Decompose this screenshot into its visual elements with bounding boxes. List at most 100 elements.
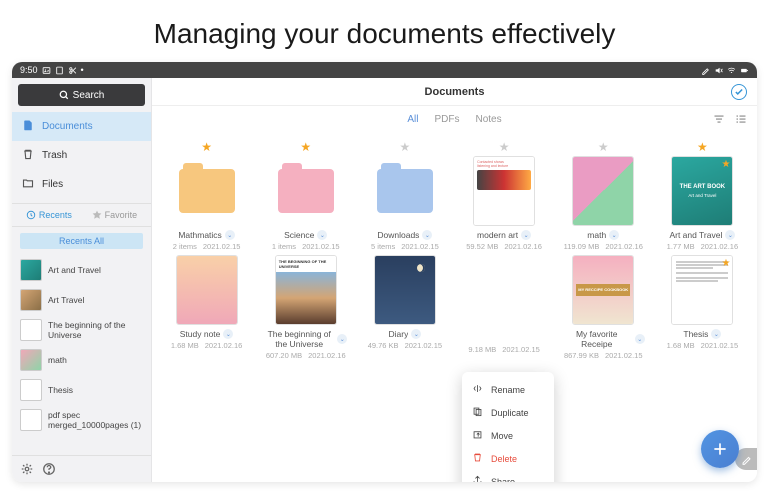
item-name: Science (284, 230, 314, 240)
mute-icon (714, 66, 723, 75)
star-icon[interactable]: ★ (201, 140, 212, 154)
grid-item[interactable]: MY RECCIPE COOKBOOKMy favorite Receipe⌄8… (555, 255, 652, 360)
pencil-icon (741, 454, 752, 465)
item-name: The beginning of the Universe (264, 329, 334, 349)
item-meta: 49.76 KB2021.02.15 (368, 341, 442, 350)
tab-all[interactable]: All (407, 114, 418, 125)
recent-label: math (48, 355, 67, 365)
doc-thumb: THE ART BOOKArt and Travel★ (671, 156, 733, 226)
doc-thumb: Contacted showslistening and lecture (473, 156, 535, 226)
sort-icon[interactable] (713, 113, 725, 125)
image-icon (42, 66, 51, 75)
trash-icon (22, 148, 34, 163)
battery-icon (740, 66, 749, 75)
clock-icon (26, 210, 36, 220)
grid-item[interactable]: ★Downloads⌄5 items2021.02.15 (356, 140, 453, 251)
recent-thumb (20, 349, 42, 371)
grid-item[interactable]: THE BEGINNING OF THE UNIVERSE The beginni… (257, 255, 354, 360)
main-header: Documents (152, 78, 757, 106)
help-icon[interactable] (42, 462, 56, 476)
nav-item-files[interactable]: Files (12, 170, 151, 199)
recent-thumb (20, 319, 42, 341)
tags-row: Recents Favorite (12, 203, 151, 227)
recent-item[interactable]: pdf spec merged_10000pages (1) (12, 405, 151, 435)
doc-thumb (176, 255, 238, 325)
fab-add-button[interactable] (701, 430, 739, 468)
search-label: Search (73, 90, 105, 101)
chevron-down-icon[interactable]: ⌄ (317, 230, 327, 240)
pen-icon (701, 66, 710, 75)
favorite-tag[interactable]: Favorite (92, 210, 138, 220)
grid-item[interactable]: Study note⌄1.68 MB2021.02.16 (158, 255, 255, 360)
grid-item[interactable]: ★math⌄119.09 MB2021.02.16 (555, 140, 652, 251)
recents-tag[interactable]: Recents (26, 210, 72, 220)
chevron-down-icon[interactable]: ⌄ (225, 230, 235, 240)
star-icon[interactable]: ★ (300, 140, 311, 154)
chevron-down-icon[interactable]: ⌄ (411, 329, 421, 339)
star-icon[interactable]: ★ (499, 140, 510, 154)
gear-icon[interactable] (20, 462, 34, 476)
item-meta: 59.52 MB2021.02.16 (466, 242, 542, 251)
menu-delete[interactable]: Delete (462, 447, 554, 470)
chevron-down-icon[interactable]: ⌄ (337, 334, 347, 344)
star-icon[interactable]: ★ (598, 140, 609, 154)
recent-item[interactable]: Thesis (12, 375, 151, 405)
recents-all-button[interactable]: Recents All (20, 233, 143, 249)
select-mode-button[interactable] (731, 84, 747, 100)
menu-duplicate[interactable]: Duplicate (462, 401, 554, 424)
wifi-icon (727, 66, 736, 75)
item-meta: 119.09 MB2021.02.16 (564, 242, 643, 251)
item-name: modern art (477, 230, 518, 240)
status-time: 9:50 (20, 65, 38, 75)
chevron-down-icon[interactable]: ⌄ (521, 230, 531, 240)
star-icon (92, 210, 102, 220)
recent-label: The beginning of the Universe (48, 320, 143, 340)
status-bar: 9:50 • (12, 62, 757, 78)
nav-item-documents[interactable]: Documents (12, 112, 151, 141)
star-icon[interactable]: ★ (400, 140, 411, 154)
check-icon (734, 87, 744, 97)
menu-move[interactable]: Move (462, 424, 554, 447)
recent-item[interactable]: math (12, 345, 151, 375)
recent-list: Art and Travel Art Travel The beginning of… (12, 255, 151, 455)
nav-item-trash[interactable]: Trash (12, 141, 151, 170)
search-button[interactable]: Search (18, 84, 145, 106)
grid-item[interactable]: Diary⌄49.76 KB2021.02.15 (356, 255, 453, 360)
chevron-down-icon[interactable]: ⌄ (609, 230, 619, 240)
tab-pdfs[interactable]: PDFs (435, 114, 460, 125)
recent-item[interactable]: The beginning of the Universe (12, 315, 151, 345)
grid-item[interactable]: ★THE ART BOOKArt and Travel★Art and Trav… (654, 140, 751, 251)
chevron-down-icon[interactable]: ⌄ (422, 230, 432, 240)
grid-item[interactable]: ★ Contacted showslistening and lecture mod… (455, 140, 552, 251)
folder-thumb (374, 156, 436, 226)
item-meta: 2 items2021.02.15 (173, 242, 241, 251)
recent-item[interactable]: Art Travel (12, 285, 151, 315)
menu-rename[interactable]: Rename (462, 378, 554, 401)
chevron-down-icon[interactable]: ⌄ (223, 329, 233, 339)
grid-item[interactable]: ★Thesis⌄1.68 MB2021.02.15 (654, 255, 751, 360)
menu-share[interactable]: Share (462, 470, 554, 482)
grid-item[interactable]: ★Mathmatics⌄2 items2021.02.15 (158, 140, 255, 251)
menu-label: Share (491, 477, 515, 483)
recent-label: Art and Travel (48, 265, 101, 275)
app-root: Search Documents Trash Files Recents Favor… (12, 78, 757, 482)
chevron-down-icon[interactable]: ⌄ (635, 334, 645, 344)
recent-thumb (20, 289, 42, 311)
doc-icon (55, 66, 64, 75)
recents-label: Recents (39, 210, 72, 220)
chevron-down-icon[interactable]: ⌄ (725, 230, 735, 240)
grid-item[interactable]: 9.18 MB2021.02.15 (455, 255, 552, 360)
recent-item[interactable]: Art and Travel (12, 255, 151, 285)
tab-notes[interactable]: Notes (476, 114, 502, 125)
chevron-down-icon[interactable]: ⌄ (711, 329, 721, 339)
page-title: Documents (425, 86, 485, 98)
item-meta: 867.99 KB2021.02.15 (564, 351, 643, 360)
item-name: Study note (180, 329, 221, 339)
nav-label: Trash (42, 150, 67, 161)
doc-thumb: THE BEGINNING OF THE UNIVERSE (275, 255, 337, 325)
device-frame: 9:50 • Search DocumentsTrashFiles Rec (12, 62, 757, 482)
list-view-icon[interactable] (735, 113, 747, 125)
star-icon[interactable]: ★ (697, 140, 708, 154)
grid-item[interactable]: ★Science⌄1 items2021.02.15 (257, 140, 354, 251)
nav-label: Files (42, 179, 63, 190)
